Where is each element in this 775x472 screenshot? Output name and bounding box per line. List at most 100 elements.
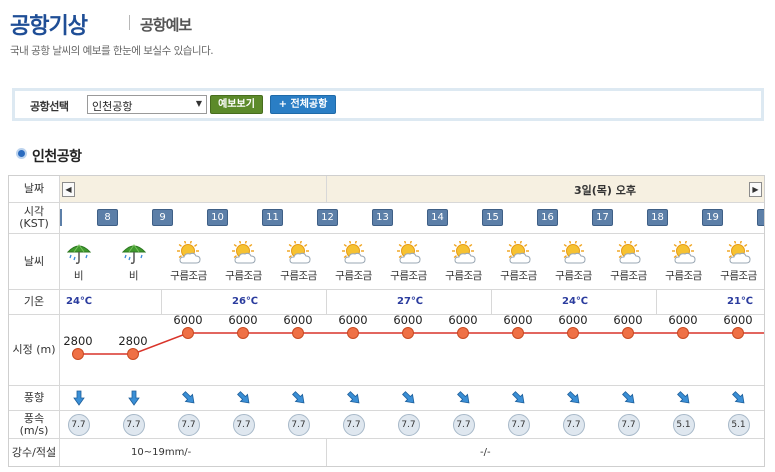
weather-cell: 구름조금	[546, 234, 601, 289]
wind-speed-cell: 7.7	[271, 411, 326, 438]
weather-cell: 비	[106, 234, 161, 289]
hour-badge: 15	[482, 209, 503, 226]
visibility-point	[72, 348, 84, 360]
airport-name: 인천공항	[32, 149, 82, 165]
weather-cell: 구름조금	[656, 234, 711, 289]
precipitation-row: 강수/적설 10~19mm/- -/-	[9, 439, 764, 466]
wind-speed-cell: 7.7	[436, 411, 491, 438]
hour-badge: 11	[262, 209, 283, 226]
wind-speed-cell: 5.1	[656, 411, 711, 438]
visibility-label: 6000	[338, 315, 367, 327]
rain-value: 10~19mm/-	[131, 447, 192, 458]
wind-arrow-icon	[326, 386, 381, 410]
visibility-line	[78, 332, 764, 355]
rain-divider	[326, 439, 327, 466]
wind-speed-gauge: 5.1	[727, 413, 750, 436]
wind-arrow-icon	[51, 386, 106, 410]
partly-cloudy-icon	[506, 239, 532, 265]
wind-arrow-icon	[491, 386, 546, 410]
temp-value: 27℃	[397, 296, 424, 307]
visibility-label: 6000	[668, 315, 697, 327]
partly-cloudy-icon	[231, 239, 257, 265]
wind-speed-gauge: 7.7	[617, 413, 640, 436]
weather-label: 비	[73, 269, 84, 282]
wind-speed-cell: 7.7	[601, 411, 656, 438]
weather-label: 구름조금	[665, 269, 702, 282]
weather-label: 구름조금	[390, 269, 427, 282]
wind-speed-cell: 7.7	[491, 411, 546, 438]
visibility-point	[457, 327, 469, 339]
visibility-point	[237, 327, 249, 339]
time-row: 시각 (KST) 8 9 10 11 12 13 14 15 16 17 18 19 2	[9, 203, 764, 234]
wind-arrow-icon	[106, 386, 161, 410]
page-description: 국내 공항 날씨의 예보를 한눈에 보실수 있습니다.	[10, 45, 214, 57]
wind-speed-gauge: 7.7	[397, 413, 420, 436]
visibility-point	[402, 327, 414, 339]
weather-cell: 구름조금	[381, 234, 436, 289]
wind-speed-row: 풍속 (m/s) 7.7 7.7 7.7 7.7 7.7 7.7 7.7 7.7 7.7 7.7 7…	[9, 411, 764, 439]
date-divider	[326, 176, 327, 202]
visibility-point	[622, 327, 634, 339]
weather-cell: 구름조금	[436, 234, 491, 289]
weather-cell: 비	[51, 234, 106, 289]
visibility-chart: 2800 2800 6000 6000 6000 6000 6000 6000 6000 6000…	[63, 315, 764, 360]
date-text: 3일(목) 오후	[574, 184, 637, 197]
date-row-label: 날짜	[9, 176, 60, 202]
airport-select[interactable]: 인천공항 ▼	[87, 95, 207, 114]
next-arrow-button[interactable]: ▶	[749, 182, 762, 197]
visibility-label: 6000	[723, 315, 752, 327]
bullet-icon	[16, 148, 27, 159]
weather-label: 구름조금	[610, 269, 647, 282]
airport-select-value: 인천공항	[92, 100, 133, 113]
rain-icon	[121, 241, 147, 265]
weather-cell: 구름조금	[326, 234, 381, 289]
weather-label: 구름조금	[335, 269, 372, 282]
wind-speed-cell: 7.7	[381, 411, 436, 438]
partly-cloudy-icon	[176, 239, 202, 265]
wind-speed-cell: 7.7	[106, 411, 161, 438]
partly-cloudy-icon	[451, 239, 477, 265]
page-title: 공항기상	[10, 14, 88, 39]
all-airports-button[interactable]: + 전체공항	[270, 95, 336, 114]
weather-cell: 구름조금	[271, 234, 326, 289]
temp-divider	[656, 290, 657, 314]
visibility-label: 6000	[393, 315, 422, 327]
rain-value: -/-	[480, 447, 491, 458]
visibility-label: 6000	[558, 315, 587, 327]
visibility-point	[347, 327, 359, 339]
weather-cell: 구름조금	[216, 234, 271, 289]
page-subtitle: 공항예보	[140, 16, 192, 34]
partly-cloudy-icon	[726, 239, 752, 265]
partly-cloudy-icon	[616, 239, 642, 265]
wind-speed-gauge: 7.7	[67, 413, 90, 436]
wind-speed-cell: 7.7	[546, 411, 601, 438]
time-row-label: 시각 (KST)	[9, 203, 60, 233]
prev-arrow-button[interactable]: ◀	[62, 182, 75, 197]
weather-label: 구름조금	[555, 269, 592, 282]
weather-label: 구름조금	[225, 269, 262, 282]
wind-arrow-icon	[601, 386, 656, 410]
temp-value: 24℃	[562, 296, 589, 307]
wind-speed-gauge: 5.1	[672, 413, 695, 436]
visibility-point	[732, 327, 744, 339]
visibility-point	[512, 327, 524, 339]
airport-select-label: 공항선택	[30, 100, 69, 113]
weather-row: 날씨 비 비 구름조금 구름조금 구름조금 구름조금 구름조금 구름조금 구름조금 구름조금 구름조…	[9, 234, 764, 290]
visibility-label: 2800	[63, 334, 92, 348]
visibility-label: 6000	[503, 315, 532, 327]
temperature-row-label: 기온	[9, 290, 60, 314]
wind-arrow-icon	[436, 386, 491, 410]
partly-cloudy-icon	[341, 239, 367, 265]
wind-speed-cell: 5.1	[711, 411, 764, 438]
temp-divider	[326, 290, 327, 314]
visibility-label: 6000	[613, 315, 642, 327]
search-panel: 공항선택 인천공항 ▼ 예보보기 + 전체공항	[12, 88, 764, 121]
temperature-row: 기온 24℃ 26℃ 27℃ 24℃ 21℃	[9, 290, 764, 315]
forecast-view-button[interactable]: 예보보기	[210, 95, 263, 114]
temp-divider	[161, 290, 162, 314]
wind-speed-cell: 7.7	[51, 411, 106, 438]
wind-arrow-icon	[216, 386, 271, 410]
weather-label: 구름조금	[445, 269, 482, 282]
weather-label: 구름조금	[720, 269, 757, 282]
visibility-point	[127, 348, 139, 360]
